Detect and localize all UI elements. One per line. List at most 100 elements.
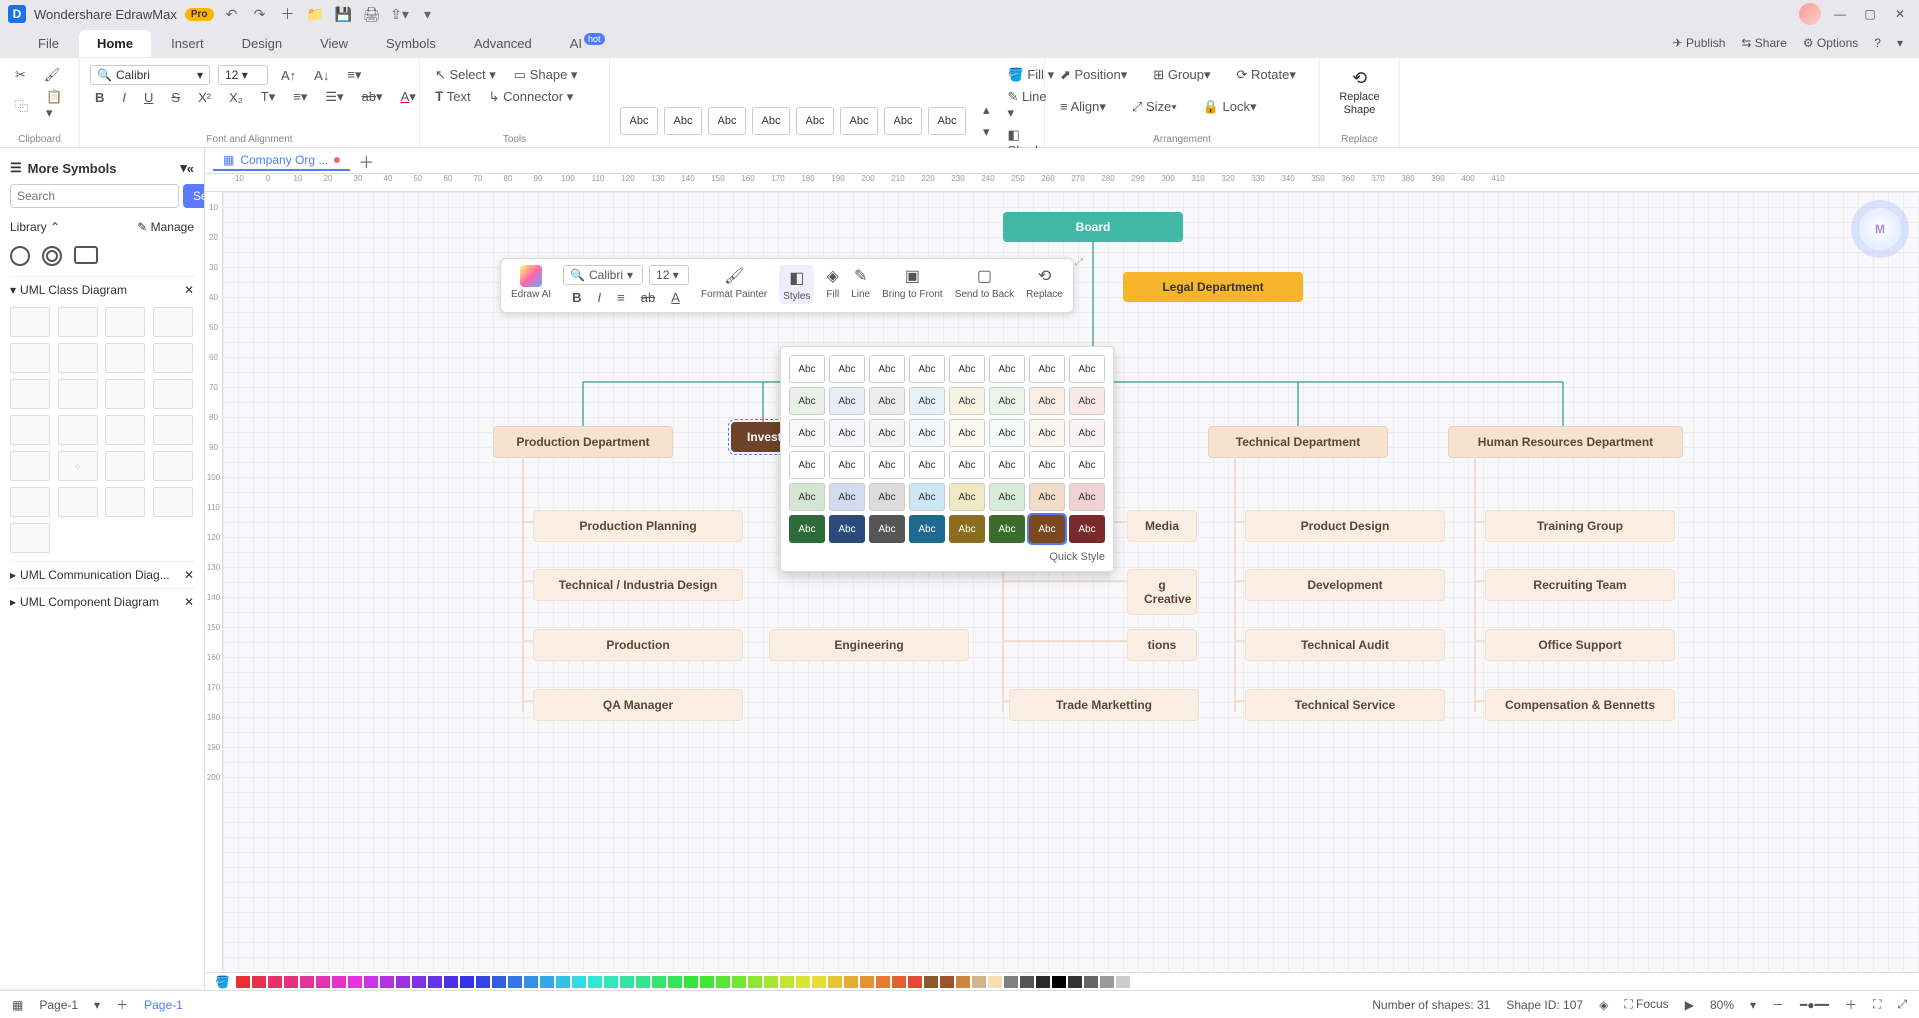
format-brush-icon[interactable]: 🖌 [39,64,66,86]
font-color-icon[interactable]: A▾ [396,86,421,108]
symbol-thumb[interactable] [105,307,145,337]
more-icon[interactable]: ▾ [418,4,438,24]
org-node[interactable]: g Creative [1127,569,1197,615]
quick-style-cell[interactable]: Abc [869,451,905,479]
color-swatch[interactable] [1036,976,1050,988]
color-swatch[interactable] [348,976,362,988]
quick-style-cell[interactable]: Abc [869,515,905,543]
more-symbols-title[interactable]: More Symbols [22,161,181,176]
color-swatch[interactable] [588,976,602,988]
color-swatch[interactable] [716,976,730,988]
float-styles-button[interactable]: ◧Styles [779,265,814,304]
float-line-button[interactable]: ✎Line [851,265,870,300]
color-swatch[interactable] [332,976,346,988]
color-swatch[interactable] [508,976,522,988]
quick-style-cell[interactable]: Abc [989,355,1025,383]
color-swatch[interactable] [780,976,794,988]
size-button[interactable]: ⤢ Size▾ [1127,96,1182,118]
tab-home[interactable]: Home [79,30,151,57]
org-node[interactable]: Human Resources Department [1448,426,1683,458]
symbol-thumb[interactable] [10,415,50,445]
zoom-in-icon[interactable]: ＋ [1845,996,1857,1013]
page-name[interactable]: Page-1 [39,998,78,1012]
quick-style-cell[interactable]: Abc [909,451,945,479]
org-node[interactable]: Technical / Industria Design [533,569,743,601]
color-swatch[interactable] [972,976,986,988]
symbol-thumb[interactable] [153,415,193,445]
quick-style-cell[interactable]: Abc [1029,451,1065,479]
color-swatch[interactable] [252,976,266,988]
tab-symbols[interactable]: Symbols [368,30,454,57]
color-swatch[interactable] [604,976,618,988]
color-swatch[interactable] [284,976,298,988]
org-node[interactable]: Technical Department [1208,426,1388,458]
color-swatch[interactable] [412,976,426,988]
zoom-out-icon[interactable]: － [1772,996,1784,1013]
quick-style-cell[interactable]: Abc [829,483,865,511]
symbol-thumb[interactable] [10,343,50,373]
color-swatch[interactable] [876,976,890,988]
quick-style-cell[interactable]: Abc [909,483,945,511]
org-node[interactable]: Production [533,629,743,661]
text-align-icon[interactable]: ≡▾ [342,64,366,86]
color-swatch[interactable] [1132,976,1146,988]
tab-advanced[interactable]: Advanced [456,30,550,57]
color-swatch[interactable] [540,976,554,988]
color-swatch[interactable] [860,976,874,988]
symbol-thumb[interactable] [105,487,145,517]
color-swatch[interactable] [700,976,714,988]
symbol-search-input[interactable] [10,184,179,208]
color-swatch[interactable] [1084,976,1098,988]
send-back-button[interactable]: ▢Send to Back [955,265,1014,300]
symbol-thumb[interactable] [105,343,145,373]
symbol-thumb[interactable] [105,415,145,445]
style-swatch[interactable]: Abc [708,107,746,135]
float-strike-icon[interactable]: ab [636,287,660,308]
quick-style-cell[interactable]: Abc [909,515,945,543]
color-swatch[interactable] [652,976,666,988]
float-size-select[interactable]: 12 ▾ [649,265,689,285]
add-tab-icon[interactable]: ＋ [358,149,374,173]
quick-style-cell[interactable]: Abc [829,387,865,415]
quick-style-cell[interactable]: Abc [909,387,945,415]
quick-style-cell[interactable]: Abc [869,387,905,415]
symbol-thumb[interactable] [58,379,98,409]
decrease-font-icon[interactable]: A↓ [309,65,334,86]
quick-style-cell[interactable]: Abc [949,451,985,479]
quick-style-cell[interactable]: Abc [1069,419,1105,447]
font-family-select[interactable]: 🔍 Calibri ▾ [90,65,210,85]
hamburger-icon[interactable]: ☰ [10,160,22,176]
group-button[interactable]: ⊞ Group▾ [1148,64,1215,86]
expand-toolbar-icon[interactable]: ⤢ [1075,257,1083,268]
color-swatch[interactable] [268,976,282,988]
color-swatch[interactable] [828,976,842,988]
color-swatch[interactable] [684,976,698,988]
color-swatch[interactable] [380,976,394,988]
minimize-button[interactable]: — [1829,7,1851,21]
symbol-thumb[interactable] [105,451,145,481]
quick-style-cell[interactable]: Abc [1029,355,1065,383]
circle-shape-icon[interactable] [10,246,30,266]
connector-tool[interactable]: ↳ Connector ▾ [484,86,579,108]
quick-style-cell[interactable]: Abc [1069,355,1105,383]
quick-style-cell[interactable]: Abc [989,515,1025,543]
format-painter-button[interactable]: 🖌Format Painter [701,265,767,300]
quick-style-cell[interactable]: Abc [789,355,825,383]
symbol-thumb[interactable] [58,487,98,517]
quick-style-cell[interactable]: Abc [829,451,865,479]
manage-link[interactable]: ✎ Manage [137,220,194,234]
style-swatch[interactable]: Abc [884,107,922,135]
tab-design[interactable]: Design [224,30,300,57]
style-swatch[interactable]: Abc [796,107,834,135]
org-node[interactable]: tions [1127,629,1197,661]
color-swatch[interactable] [988,976,1002,988]
text-case-icon[interactable]: T▾ [256,86,280,108]
color-swatch[interactable] [940,976,954,988]
select-tool[interactable]: ↖ Select ▾ [430,64,501,86]
float-fill-button[interactable]: ◈Fill [826,265,839,300]
export-icon[interactable]: ⇪▾ [390,4,410,24]
quick-style-cell[interactable]: Abc [1029,483,1065,511]
bold-icon[interactable]: B [90,87,109,108]
tab-insert[interactable]: Insert [153,30,222,57]
color-swatch[interactable] [892,976,906,988]
